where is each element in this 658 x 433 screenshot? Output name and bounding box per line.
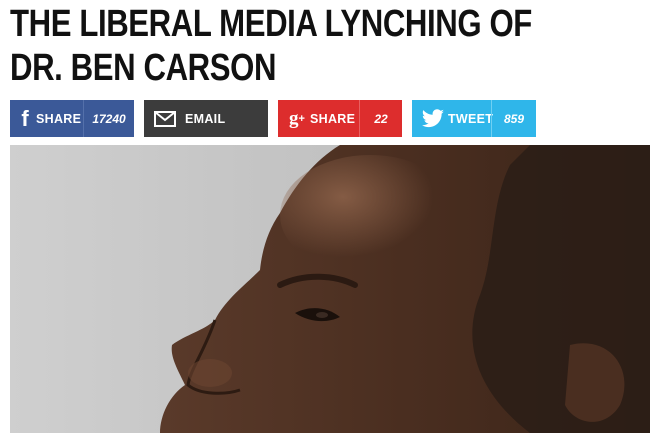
hero-image bbox=[10, 145, 650, 433]
email-share-label: EMAIL bbox=[185, 111, 226, 126]
facebook-icon: f bbox=[21, 105, 29, 131]
twitter-bird-icon bbox=[418, 108, 448, 129]
share-bar: f SHARE 17240 EMAIL g + SHARE 22 TWEET 85… bbox=[10, 100, 536, 137]
twitter-tweet-count: 859 bbox=[491, 100, 536, 137]
google-plus-icon: g + bbox=[289, 107, 305, 129]
facebook-share-label: SHARE bbox=[36, 111, 82, 126]
twitter-tweet-label: TWEET bbox=[448, 111, 494, 126]
email-share-button[interactable]: EMAIL bbox=[144, 100, 268, 137]
google-plus-share-label: SHARE bbox=[310, 111, 356, 126]
profile-photo bbox=[160, 145, 650, 433]
article-headline: THE LIBERAL MEDIA LYNCHING OF DR. BEN CA… bbox=[10, 3, 532, 89]
facebook-share-count: 17240 bbox=[83, 100, 134, 137]
facebook-share-button[interactable]: f SHARE 17240 bbox=[10, 100, 134, 137]
envelope-icon bbox=[151, 110, 179, 127]
twitter-tweet-button[interactable]: TWEET 859 bbox=[412, 100, 536, 137]
google-plus-share-count: 22 bbox=[359, 100, 402, 137]
google-plus-share-button[interactable]: g + SHARE 22 bbox=[278, 100, 402, 137]
